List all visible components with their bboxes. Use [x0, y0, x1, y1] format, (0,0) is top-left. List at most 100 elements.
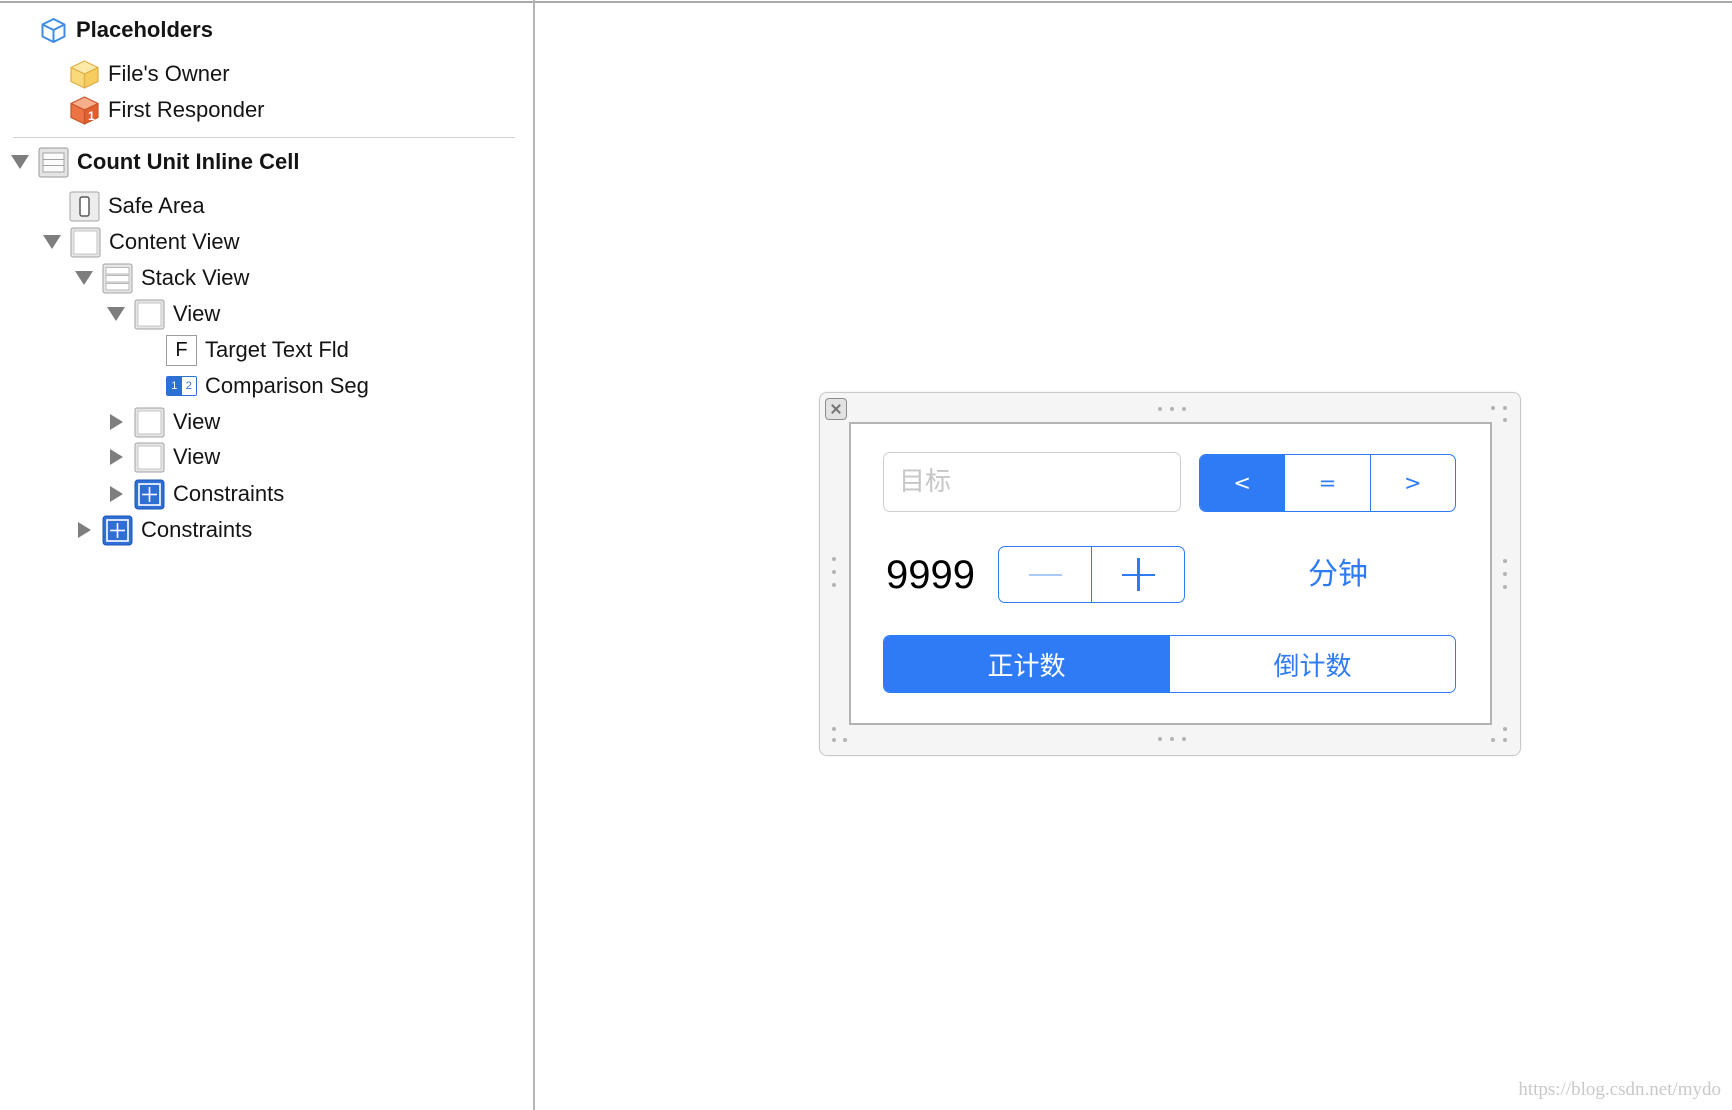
stepper-increment-button[interactable]	[1091, 547, 1184, 602]
cell-canvas-frame[interactable]: < = > 9999 分钟 正计数 倒计数	[819, 392, 1521, 756]
disclosure-triangle[interactable]	[107, 413, 125, 431]
outline-item-stack-view[interactable]: Stack View	[75, 260, 249, 296]
outline-separator	[13, 137, 515, 138]
outline-item-constraints[interactable]: Constraints	[107, 476, 284, 512]
text-field-icon: F	[166, 334, 197, 366]
segmented-control-icon: 1 2	[166, 371, 197, 402]
resize-handle-dot[interactable]	[1170, 737, 1174, 741]
outline-item-label: Stack View	[141, 265, 250, 290]
outline-item-count-unit-inline-cell[interactable]: Count Unit Inline Cell	[11, 144, 299, 180]
disclosure-triangle[interactable]	[107, 448, 125, 466]
view-icon	[134, 407, 165, 438]
disclosure-arrow-icon	[109, 414, 123, 430]
outline-item-label: Target Text Fld	[205, 337, 349, 362]
view-icon	[70, 227, 101, 258]
resize-handle-dot[interactable]	[832, 727, 836, 731]
stepper-decrement-button[interactable]	[999, 547, 1091, 602]
outline-item-label: View	[173, 301, 221, 326]
constraints-icon	[102, 515, 133, 546]
outline-item-content-view[interactable]: Content View	[43, 224, 239, 260]
outline-item-label: Content View	[109, 229, 240, 254]
resize-handle-dot[interactable]	[1158, 737, 1162, 741]
outline-item-target-text-fld[interactable]: F Target Text Fld	[166, 332, 349, 368]
resize-handle-dot[interactable]	[1503, 727, 1507, 731]
view-icon	[134, 299, 165, 330]
outline-item-label: First Responder	[108, 97, 265, 122]
disclosure-arrow-icon	[75, 271, 93, 285]
safe-area-icon	[69, 191, 100, 222]
first-responder-cube-icon: 1	[69, 95, 100, 126]
watermark: https://blog.csdn.net/mydo	[1518, 1079, 1721, 1100]
placeholders-cube-icon	[40, 17, 67, 44]
plus-icon	[1121, 558, 1155, 591]
disclosure-arrow-icon	[107, 307, 125, 321]
comparison-segment-less[interactable]: <	[1200, 455, 1285, 511]
constraints-icon	[134, 479, 165, 510]
comparison-segment-greater[interactable]: >	[1369, 455, 1455, 511]
resize-handle-dot[interactable]	[1170, 407, 1174, 411]
disclosure-triangle[interactable]	[107, 485, 125, 503]
disclosure-triangle[interactable]	[75, 269, 93, 287]
outline-item-view[interactable]: View	[107, 439, 220, 475]
document-outline: Placeholders File's Owner 1 First Respon…	[0, 0, 533, 1110]
first-responder-glyph: 1	[88, 109, 95, 123]
resize-handle-dot[interactable]	[1503, 418, 1507, 422]
resize-handle-dot[interactable]	[1503, 559, 1507, 563]
resize-handle-dot[interactable]	[832, 557, 836, 561]
count-mode-segmented-control[interactable]: 正计数 倒计数	[883, 635, 1456, 693]
outline-item-view[interactable]: View	[107, 404, 220, 440]
count-value-label[interactable]: 9999	[886, 551, 975, 599]
resize-handle-dot[interactable]	[832, 738, 836, 742]
resize-handle-dot[interactable]	[1503, 406, 1507, 410]
outline-item-label: Constraints	[141, 517, 253, 542]
comparison-segmented-control[interactable]: < = >	[1199, 454, 1456, 512]
disclosure-triangle[interactable]	[107, 305, 125, 323]
comparison-segment-equal[interactable]: =	[1284, 455, 1369, 511]
outline-item-constraints[interactable]: Constraints	[75, 512, 252, 548]
segment-label: 倒计数	[1273, 651, 1352, 682]
outline-item-label: Comparison Seg	[205, 373, 369, 398]
outline-item-files-owner[interactable]: File's Owner	[69, 56, 230, 92]
outline-item-comparison-seg[interactable]: 1 2 Comparison Seg	[166, 368, 369, 404]
close-icon[interactable]	[825, 398, 847, 420]
outline-item-label: View	[173, 444, 221, 469]
segment-label: >	[1404, 471, 1422, 495]
files-owner-cube-icon	[69, 59, 100, 90]
target-text-field[interactable]	[883, 452, 1181, 512]
resize-handle-dot[interactable]	[1491, 738, 1495, 742]
split-view-divider[interactable]	[533, 0, 535, 1110]
resize-handle-dot[interactable]	[843, 738, 847, 742]
segment-label: <	[1233, 471, 1251, 495]
outline-item-safe-area[interactable]: Safe Area	[69, 188, 205, 224]
table-view-cell-icon	[38, 147, 69, 178]
outline-group-placeholders[interactable]: Placeholders	[40, 12, 213, 48]
outline-item-label: Count Unit Inline Cell	[77, 149, 300, 174]
outline-item-label: Constraints	[173, 481, 285, 506]
disclosure-triangle[interactable]	[11, 153, 29, 171]
segmented-icon-glyph-2: 2	[181, 377, 196, 395]
disclosure-arrow-icon	[77, 522, 91, 538]
resize-handle-dot[interactable]	[1503, 585, 1507, 589]
resize-handle-dot[interactable]	[1182, 737, 1186, 741]
disclosure-triangle[interactable]	[75, 521, 93, 539]
disclosure-triangle[interactable]	[43, 233, 61, 251]
outline-item-view[interactable]: View	[107, 296, 220, 332]
segment-label: 正计数	[987, 651, 1066, 682]
count-stepper[interactable]	[998, 546, 1185, 603]
resize-handle-dot[interactable]	[1491, 406, 1495, 410]
segment-label: =	[1318, 471, 1337, 495]
view-icon	[134, 442, 165, 473]
outline-item-first-responder[interactable]: 1 First Responder	[69, 92, 265, 128]
resize-handle-dot[interactable]	[1503, 738, 1507, 742]
resize-handle-dot[interactable]	[832, 583, 836, 587]
disclosure-arrow-icon	[43, 235, 61, 249]
resize-handle-dot[interactable]	[832, 570, 836, 574]
mode-segment-count-down[interactable]: 倒计数	[1169, 636, 1455, 692]
disclosure-arrow-icon	[109, 486, 123, 502]
resize-handle-dot[interactable]	[1158, 407, 1162, 411]
resize-handle-dot[interactable]	[1182, 407, 1186, 411]
unit-label[interactable]: 分钟	[1308, 555, 1368, 595]
outline-item-label: Safe Area	[108, 193, 205, 218]
mode-segment-count-up[interactable]: 正计数	[884, 636, 1169, 692]
resize-handle-dot[interactable]	[1503, 572, 1507, 576]
